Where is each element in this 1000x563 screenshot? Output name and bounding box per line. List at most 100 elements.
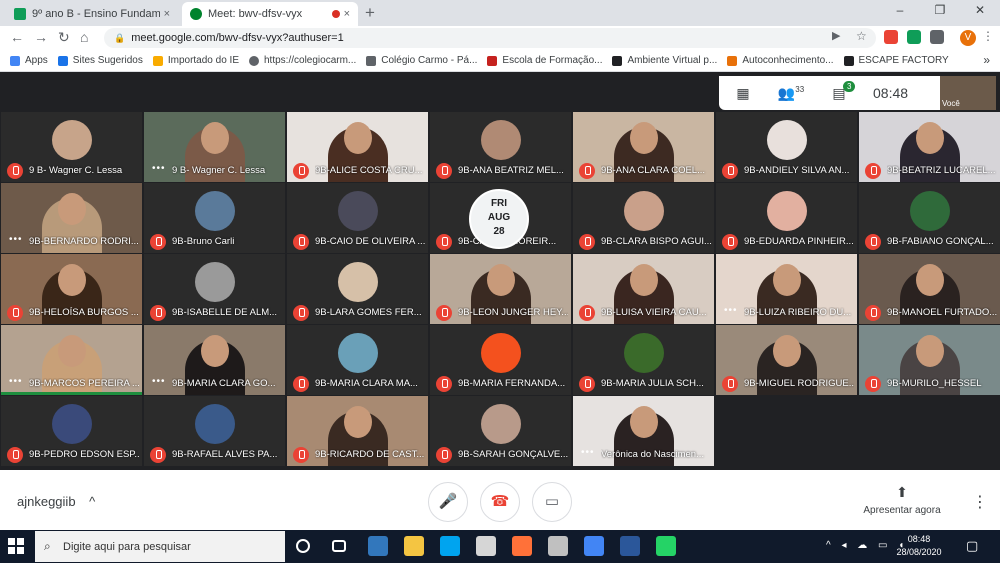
firefox-icon[interactable] — [512, 536, 532, 556]
tab-meet[interactable]: Meet: bwv-dfsv-vyx × — [182, 2, 358, 26]
close-tab-icon[interactable]: × — [344, 8, 350, 20]
participant-tile[interactable]: 9B-CAIO DE OLIVEIRA ... — [287, 183, 428, 253]
leave-call-button[interactable]: ☎ — [480, 482, 520, 522]
extension-icon[interactable] — [884, 30, 898, 44]
camera-permission-icon[interactable]: ▶ — [832, 29, 840, 42]
camera-toggle-button[interactable]: ▭ — [532, 482, 572, 522]
participant-tile[interactable]: 9B-FABIANO GONÇAL... — [859, 183, 1000, 253]
address-bar[interactable]: 🔒 meet.google.com/bwv-dfsv-vyx?authuser=… — [104, 28, 876, 48]
participant-tile[interactable]: 9B-LARA GOMES FER... — [287, 254, 428, 324]
participant-tile[interactable]: 9B-MARIA FERNANDA... — [430, 325, 571, 395]
participant-tile[interactable]: ••• 9B-LUIZA RIBEIRO DU... — [716, 254, 857, 324]
bookmark-escola-formacao[interactable]: Escola de Formação... — [487, 55, 602, 66]
back-icon[interactable]: ← — [10, 29, 24, 45]
more-bookmarks-icon[interactable]: » — [983, 53, 990, 67]
new-tab-button[interactable]: + — [365, 3, 375, 23]
bookmark-apps[interactable]: Apps — [10, 55, 48, 66]
participant-tile[interactable]: 9B-ALICE COSTA CRU... — [287, 112, 428, 182]
menu-icon[interactable]: ⋮ — [982, 29, 994, 43]
puzzle-extensions-icon[interactable] — [930, 30, 944, 44]
app-blue-icon[interactable] — [440, 536, 460, 556]
participant-tile[interactable]: 9B-Bruno Carli — [144, 183, 285, 253]
reload-icon[interactable]: ↻ — [58, 29, 70, 46]
cortana-icon[interactable] — [296, 539, 310, 553]
self-view-tile[interactable]: Você — [940, 76, 996, 110]
participant-tile[interactable]: 9B-ANA BEATRIZ MEL... — [430, 112, 571, 182]
participant-tile[interactable]: ••• 9B-BERNARDO RODRI... — [1, 183, 142, 253]
edge-icon[interactable] — [368, 536, 388, 556]
participant-tile[interactable]: 9B-ISABELLE DE ALM... — [144, 254, 285, 324]
bookmark-sites-sugeridos[interactable]: Sites Sugeridos — [57, 55, 143, 66]
meeting-details-button[interactable]: ajnkeggiib ^ — [17, 494, 95, 509]
word-icon[interactable] — [620, 536, 640, 556]
mic-toggle-button[interactable]: 🎤 — [428, 482, 468, 522]
taskbar-clock[interactable]: 08:48 28/08/2020 — [896, 533, 942, 559]
participant-tile[interactable]: 9B-RICARDO DE CAST... — [287, 396, 428, 466]
chrome-icon[interactable] — [584, 536, 604, 556]
participant-tile[interactable]: 9B-CLARA BISPO AGUI... — [573, 183, 714, 253]
taskview-icon[interactable] — [332, 540, 346, 552]
bookmark-star-icon[interactable]: ☆ — [856, 29, 867, 43]
participant-tile[interactable]: 9B-MARIA CLARA MA... — [287, 325, 428, 395]
bookmark-importado-ie[interactable]: Importado do IE — [152, 55, 239, 66]
tab-classroom[interactable]: 9º ano B - Ensino Fundamental C × — [6, 2, 178, 26]
participant-avatar — [480, 120, 521, 160]
participant-tile[interactable]: 9B-MIGUEL RODRIGUE... — [716, 325, 857, 395]
audio-level-icon: ••• — [724, 305, 738, 316]
participant-tile[interactable]: 9B-LEON JUNGER HEY... — [430, 254, 571, 324]
maximize-button[interactable]: ❐ — [920, 3, 960, 17]
participant-tile[interactable]: 9B-SARAH GONÇALVE... — [430, 396, 571, 466]
meet-controls-bar: ajnkeggiib ^ 🎤 ☎ ▭ ⬆ Apresentar agora ⋮ — [0, 470, 1000, 530]
participant-tile[interactable]: 9B-RAFAEL ALVES PA... — [144, 396, 285, 466]
participant-tile[interactable]: 9B-ANDIELY SILVA AN... — [716, 112, 857, 182]
participant-tile[interactable]: ••• 9B-MARCOS PEREIRA ... — [1, 325, 142, 395]
home-icon[interactable]: ⌂ — [80, 29, 88, 45]
participant-face — [772, 264, 801, 296]
taskbar-search-box[interactable]: ⌕ Digite aqui para pesquisar — [35, 531, 285, 562]
participant-avatar — [51, 120, 92, 160]
participant-name: 9B-ANA CLARA COEL... — [601, 165, 706, 176]
windows-start-icon[interactable] — [8, 538, 24, 554]
bookmark-autoconhecimento[interactable]: Autoconhecimento... — [727, 55, 834, 66]
muted-mic-icon — [293, 447, 309, 463]
sheets-extension-icon[interactable] — [907, 30, 921, 44]
minimize-button[interactable]: – — [880, 3, 920, 17]
participant-tile[interactable]: 9B-HELOÍSA BURGOS ... — [1, 254, 142, 324]
participant-tile[interactable]: 9 B- Wagner C. Lessa — [1, 112, 142, 182]
meet-favicon-icon — [190, 8, 202, 20]
participant-tile[interactable]: 9B-BEATRIZ LUCAREL... — [859, 112, 1000, 182]
whatsapp-icon[interactable] — [656, 536, 676, 556]
participant-tile[interactable]: 9B-LUISA VIEIRA CAU... — [573, 254, 714, 324]
participant-tile[interactable]: 9B-PEDRO EDSON ESP... — [1, 396, 142, 466]
participant-tile[interactable]: 9B-MANOEL FURTADO... — [859, 254, 1000, 324]
participant-tile[interactable]: ••• 9B-MARIA CLARA GO... — [144, 325, 285, 395]
participant-tile[interactable]: 9B-MARIA JULIA SCH... — [573, 325, 714, 395]
participant-tile[interactable]: ••• 9 B- Wagner C. Lessa — [144, 112, 285, 182]
close-tab-icon[interactable]: × — [164, 8, 170, 20]
bookmark-colegio-carmo[interactable]: Colégio Carmo - Pá... — [366, 55, 477, 66]
app-paint-icon[interactable] — [476, 536, 496, 556]
participants-icon[interactable]: 👥33 — [767, 85, 815, 102]
present-now-button[interactable]: ⬆ Apresentar agora — [860, 484, 944, 516]
notification-center-icon[interactable]: ▢ — [966, 538, 978, 554]
bookmark-escape-factory[interactable]: ESCAPE FACTORY — [843, 55, 949, 66]
more-options-icon[interactable]: ⋮ — [972, 492, 988, 512]
participant-tile[interactable]: 9B-EDUARDA PINHEIR... — [716, 183, 857, 253]
app-grey-icon[interactable] — [548, 536, 568, 556]
muted-mic-icon — [7, 163, 23, 179]
chat-icon[interactable]: ▤ 3 — [815, 80, 863, 102]
profile-avatar[interactable]: V — [960, 30, 976, 46]
grid-layout-icon[interactable]: ▦ — [719, 85, 767, 102]
bookmark-colegiocarmo[interactable]: https://colegiocarm... — [249, 55, 356, 66]
participant-tile[interactable]: 9B-MURILO_HESSEL — [859, 325, 1000, 395]
participant-avatar — [766, 120, 807, 160]
participant-tile[interactable]: ••• Verônica do Nascimen... — [573, 396, 714, 466]
close-window-button[interactable]: ✕ — [960, 3, 1000, 17]
explorer-icon[interactable] — [404, 536, 424, 556]
participant-face — [57, 335, 86, 367]
participant-name: 9B-ANA BEATRIZ MEL... — [458, 165, 564, 176]
forward-icon[interactable]: → — [34, 29, 48, 45]
bookmark-ambiente-virtual[interactable]: Ambiente Virtual p... — [612, 55, 717, 66]
participant-name: 9B-FABIANO GONÇAL... — [887, 236, 994, 247]
participant-tile[interactable]: 9B-ANA CLARA COEL... — [573, 112, 714, 182]
